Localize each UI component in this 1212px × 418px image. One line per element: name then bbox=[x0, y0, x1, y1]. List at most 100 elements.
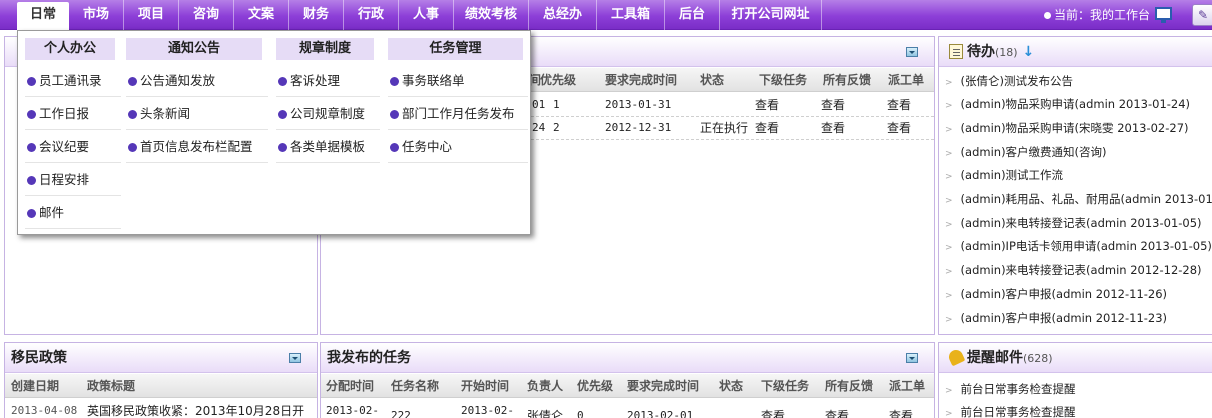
menu-item-mail[interactable]: 邮件 bbox=[25, 197, 121, 229]
nav-item-toolbox[interactable]: 工具箱 bbox=[597, 0, 665, 30]
todo-item[interactable]: > (admin)物品采购申请(宋晓雯 2013-02-27) bbox=[945, 117, 1189, 140]
view-feedback-link[interactable]: 查看 bbox=[821, 117, 845, 139]
menu-item-label: 邮件 bbox=[39, 205, 65, 220]
bullet-icon bbox=[278, 143, 287, 152]
menu-item-schedule[interactable]: 日程安排 bbox=[25, 164, 121, 196]
bullet-icon bbox=[27, 77, 36, 86]
todo-item-text: (admin)耗用品、礼品、耐用品(admin 2013-01- bbox=[960, 192, 1212, 206]
menu-item-label: 工作日报 bbox=[39, 106, 90, 121]
menu-item-complaint-handling[interactable]: 客诉处理 bbox=[276, 65, 380, 97]
dropdown-header-notices: 通知公告 bbox=[126, 38, 262, 60]
chevron-right-icon: > bbox=[945, 172, 953, 182]
nav-item-hr[interactable]: 人事 bbox=[399, 0, 454, 30]
arrow-down-icon[interactable]: ↓ bbox=[1022, 44, 1034, 60]
bullet-icon bbox=[278, 110, 287, 119]
policy-title-link[interactable]: 英国移民政策收紧：2013年10月28日开 bbox=[87, 400, 304, 418]
view-dispatch-link[interactable]: 查看 bbox=[887, 94, 911, 116]
menu-item-monthly-task-publish[interactable]: 部门工作月任务发布 bbox=[388, 98, 528, 130]
monitor-icon[interactable] bbox=[1155, 7, 1172, 23]
reminder-mail-title-text: 提醒邮件 bbox=[967, 350, 1023, 366]
bullet-icon bbox=[390, 143, 399, 152]
menu-item-liaison-form[interactable]: 事务联络单 bbox=[388, 65, 528, 97]
bullet-icon bbox=[390, 77, 399, 86]
view-subtask-link[interactable]: 查看 bbox=[755, 94, 779, 116]
todo-item-text: (admin)物品采购申请(admin 2013-01-24) bbox=[960, 97, 1191, 111]
menu-item-headline-news[interactable]: 头条新闻 bbox=[126, 98, 268, 130]
todo-item[interactable]: > (admin)耗用品、礼品、耐用品(admin 2013-01- bbox=[945, 188, 1212, 211]
menu-item-task-center[interactable]: 任务中心 bbox=[388, 131, 528, 163]
todo-title-text: 待办 bbox=[967, 44, 995, 60]
col-header-subtask: 下级任务 bbox=[761, 379, 810, 393]
view-feedback-link[interactable]: 查看 bbox=[825, 405, 849, 418]
nav-item-backend[interactable]: 后台 bbox=[665, 0, 720, 30]
reminder-mail-title: 提醒邮件(628) bbox=[946, 343, 1053, 374]
menu-item-label: 公告通知发放 bbox=[140, 73, 216, 88]
view-dispatch-link[interactable]: 查看 bbox=[889, 405, 913, 418]
reminder-mail-item[interactable]: > 前台日常事务检查提醒 bbox=[945, 401, 1076, 418]
todo-item[interactable]: > (张倩仑)测试发布公告 bbox=[945, 70, 1073, 93]
view-dispatch-link[interactable]: 查看 bbox=[887, 117, 911, 139]
view-subtask-link[interactable]: 查看 bbox=[761, 405, 785, 418]
menu-item-meeting-minutes[interactable]: 会议纪要 bbox=[25, 131, 121, 163]
collapse-icon[interactable] bbox=[906, 47, 918, 57]
menu-item-label: 员工通讯录 bbox=[39, 73, 102, 88]
todo-item[interactable]: > (admin)客户申报(admin 2012-11-23) bbox=[945, 307, 1167, 330]
todo-item[interactable]: > (admin)测试工作流 bbox=[945, 164, 1063, 187]
menu-item-homepage-info-config[interactable]: 首页信息发布栏配置 bbox=[126, 131, 268, 163]
collapse-icon[interactable] bbox=[906, 353, 918, 363]
col-header-due: 要求完成时间 bbox=[605, 73, 678, 87]
nav-item-performance[interactable]: 绩效考核 bbox=[454, 0, 529, 30]
nav-item-copywriting[interactable]: 文案 bbox=[234, 0, 289, 30]
cell-status: 正在执行 bbox=[700, 121, 749, 135]
menu-item-employee-directory[interactable]: 员工通讯录 bbox=[25, 65, 121, 97]
collapse-icon[interactable] bbox=[289, 353, 301, 363]
todo-item[interactable]: > (admin)客户缴费通知(咨询) bbox=[945, 141, 1107, 164]
menu-item-form-templates[interactable]: 各类单据模板 bbox=[276, 131, 380, 163]
cell-due: 2013-02-01 bbox=[627, 409, 694, 418]
nav-item-gm-office[interactable]: 总经办 bbox=[529, 0, 597, 30]
todo-item[interactable]: > (admin)IP电话卡领用申请(admin 2013-01-05) bbox=[945, 235, 1212, 258]
todo-count: (18) bbox=[995, 46, 1018, 59]
cell-due: 2013-01-31 bbox=[605, 98, 672, 111]
chevron-right-icon: > bbox=[945, 291, 953, 301]
todo-item-text: (admin)来电转接登记表(admin 2013-01-05) bbox=[960, 216, 1202, 230]
top-nav-bar: 日常 市场 项目 咨询 文案 财务 行政 人事 绩效考核 总经办 工具箱 后台 … bbox=[0, 0, 1212, 30]
col-header-assigned: 分配时间 bbox=[326, 379, 375, 393]
chevron-right-icon: > bbox=[945, 78, 953, 88]
current-location-text: 当前：我的工作台 bbox=[1054, 8, 1151, 22]
reminder-mail-panel-header: 提醒邮件(628) bbox=[939, 343, 1212, 373]
nav-item-project[interactable]: 项目 bbox=[124, 0, 179, 30]
nav-item-admin[interactable]: 行政 bbox=[344, 0, 399, 30]
col-header-policy-title: 政策标题 bbox=[87, 379, 136, 393]
bullet-icon bbox=[128, 110, 137, 119]
col-header-feedback: 所有反馈 bbox=[823, 73, 872, 87]
cell-priority: 2 bbox=[553, 121, 560, 134]
chevron-right-icon: > bbox=[945, 315, 953, 325]
pencil-icon[interactable]: ✎ bbox=[1192, 4, 1212, 26]
view-subtask-link[interactable]: 查看 bbox=[755, 117, 779, 139]
menu-item-publish-notice[interactable]: 公告通知发放 bbox=[126, 65, 268, 97]
nav-item-daily[interactable]: 日常 bbox=[17, 2, 69, 30]
col-header-subtask: 下级任务 bbox=[759, 73, 808, 87]
todo-item[interactable]: > (admin)来电转接登记表(admin 2013-01-05) bbox=[945, 212, 1202, 235]
todo-item-text: (张倩仑)测试发布公告 bbox=[960, 74, 1074, 88]
menu-item-daily-report[interactable]: 工作日报 bbox=[25, 98, 121, 130]
todo-item[interactable]: > (admin)来电转接登记表(admin 2012-12-28) bbox=[945, 259, 1202, 282]
nav-item-open-company-site[interactable]: 打开公司网址 bbox=[720, 0, 822, 30]
nav-item-consult[interactable]: 咨询 bbox=[179, 0, 234, 30]
col-header-dispatch: 派工单 bbox=[889, 379, 926, 393]
todo-item[interactable]: > (admin)物品采购申请(admin 2013-01-24) bbox=[945, 93, 1190, 116]
menu-item-company-rules[interactable]: 公司规章制度 bbox=[276, 98, 380, 130]
chevron-right-icon: > bbox=[945, 125, 953, 135]
nav-item-market[interactable]: 市场 bbox=[69, 0, 124, 30]
reminder-mail-item[interactable]: > 前台日常事务检查提醒 bbox=[945, 378, 1076, 401]
todo-item[interactable]: > (admin)客户申报(admin 2012-11-26) bbox=[945, 283, 1167, 306]
chevron-right-icon: > bbox=[945, 149, 953, 159]
nav-item-finance[interactable]: 财务 bbox=[289, 0, 344, 30]
bullet-icon bbox=[128, 77, 137, 86]
cell-start: 2013-02- bbox=[461, 404, 514, 417]
view-feedback-link[interactable]: 查看 bbox=[821, 94, 845, 116]
cell-owner: 张倩仑 bbox=[527, 409, 564, 418]
task-name-link[interactable]: 222 bbox=[391, 405, 411, 418]
immigration-title: 移民政策 bbox=[11, 350, 67, 366]
